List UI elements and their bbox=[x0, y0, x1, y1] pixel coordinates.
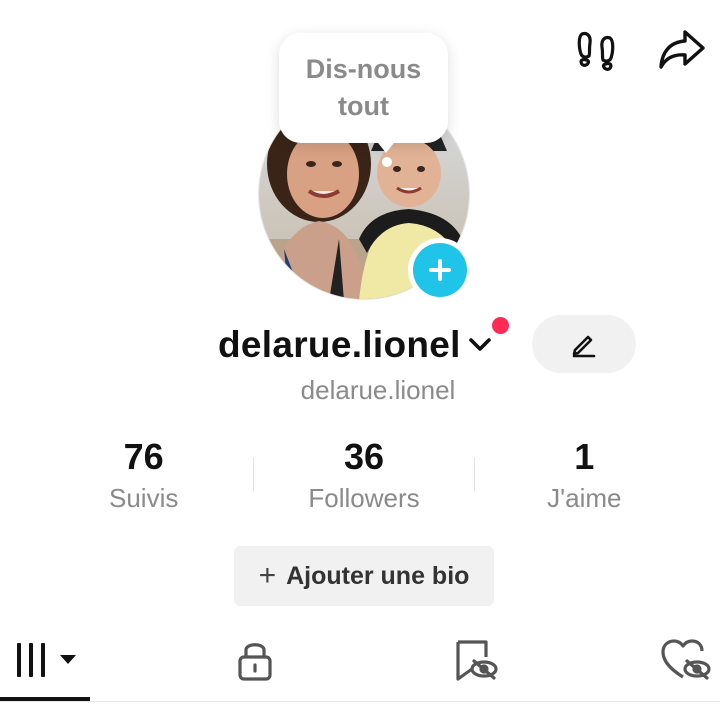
tab-favorites[interactable] bbox=[430, 622, 520, 698]
tab-videos[interactable] bbox=[0, 622, 90, 698]
profile-stats: 76 Suivis 36 Followers 1 J'aime bbox=[34, 435, 694, 515]
plus-icon bbox=[429, 259, 451, 281]
profile-tabs bbox=[0, 622, 720, 702]
profile-handle: delarue.lionel bbox=[300, 375, 456, 405]
stat-label: Suivis bbox=[108, 483, 179, 513]
tabs-divider bbox=[0, 701, 720, 702]
username-switcher[interactable]: delarue.lionel bbox=[218, 320, 493, 370]
edit-profile-button[interactable] bbox=[532, 315, 636, 373]
stat-following[interactable]: 76 Suivis bbox=[34, 435, 253, 515]
prompt-bubble-tail bbox=[375, 139, 397, 153]
heart-hidden-icon bbox=[661, 639, 711, 680]
prompt-bubble-line2: tout bbox=[338, 91, 389, 121]
stat-followers[interactable]: 36 Followers bbox=[254, 435, 473, 515]
stat-label: J'aime bbox=[547, 483, 622, 513]
footprints-icon bbox=[577, 31, 615, 71]
add-avatar-button[interactable] bbox=[408, 238, 472, 302]
add-avatar-circle bbox=[413, 243, 467, 297]
pencil-icon bbox=[572, 335, 596, 358]
username: delarue.lionel bbox=[218, 324, 461, 365]
stat-label: Followers bbox=[308, 483, 420, 513]
add-bio-label: Ajouter une bio bbox=[286, 561, 470, 590]
prompt-bubble-dot bbox=[382, 157, 392, 167]
plus-icon: + bbox=[258, 559, 277, 592]
bookmark-hidden-icon bbox=[456, 640, 498, 681]
share-button[interactable] bbox=[654, 22, 710, 78]
stat-likes[interactable]: 1 J'aime bbox=[475, 435, 694, 515]
lock-icon bbox=[238, 643, 272, 681]
tab-private[interactable] bbox=[210, 622, 300, 698]
tab-liked[interactable] bbox=[650, 622, 720, 698]
notification-dot bbox=[492, 317, 509, 334]
stat-value: 76 bbox=[123, 436, 164, 477]
add-bio-button[interactable]: + Ajouter une bio bbox=[234, 546, 494, 606]
chevron-down-icon bbox=[467, 335, 493, 355]
footprints-button[interactable] bbox=[568, 22, 624, 78]
share-arrow-icon bbox=[659, 30, 705, 69]
grid-videos-icon bbox=[17, 643, 76, 677]
stat-value: 1 bbox=[574, 436, 595, 477]
prompt-bubble[interactable]: Dis-nous tout bbox=[279, 33, 448, 143]
stat-value: 36 bbox=[343, 436, 385, 477]
prompt-bubble-line1: Dis-nous bbox=[305, 54, 422, 84]
